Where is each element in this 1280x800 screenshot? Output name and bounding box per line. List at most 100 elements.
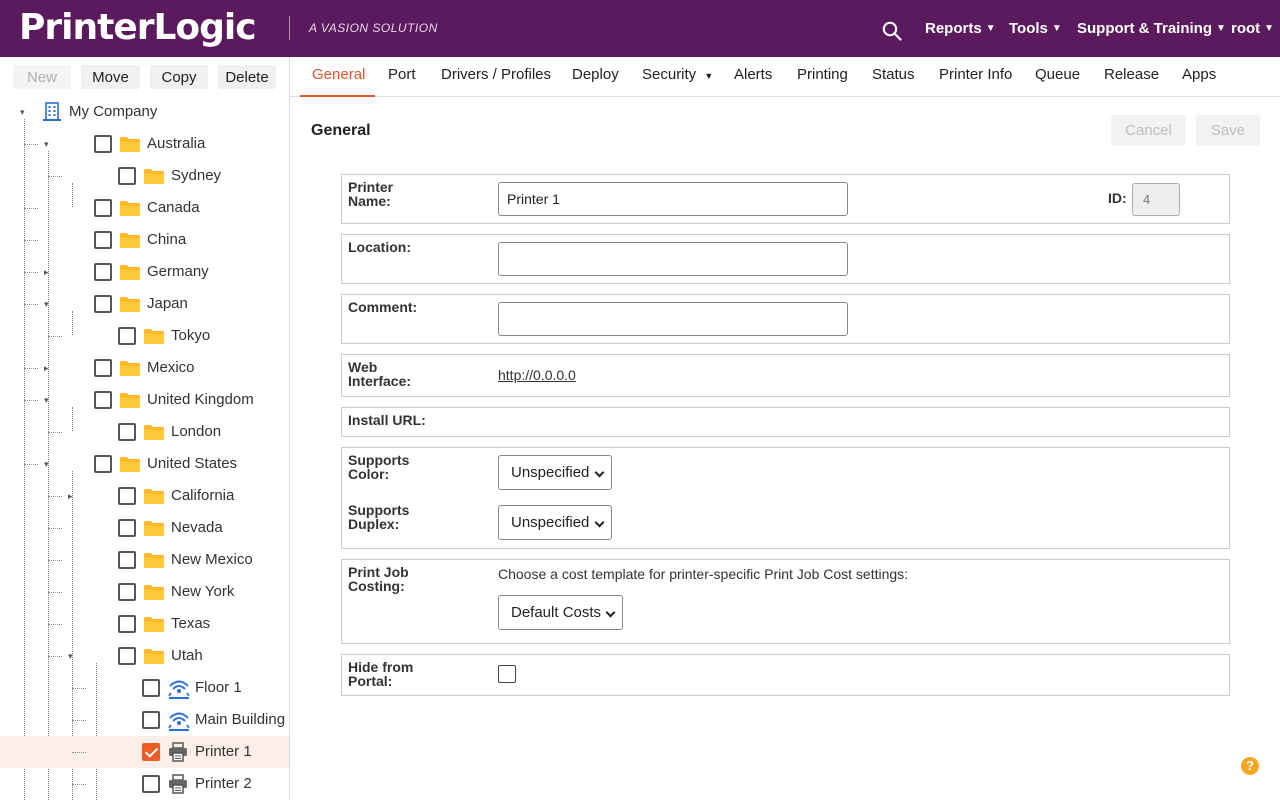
save-button[interactable]: Save	[1196, 115, 1260, 146]
tree-checkbox[interactable]	[94, 391, 112, 409]
tree-checkbox[interactable]	[94, 295, 112, 313]
tree-row[interactable]: ▾ Australia	[0, 128, 289, 160]
tree-row[interactable]: ▾ United States	[0, 448, 289, 480]
tab-port[interactable]: Port	[388, 57, 416, 97]
delete-button[interactable]: Delete	[218, 65, 276, 89]
collapse-arrow-icon[interactable]: ▾	[44, 300, 52, 309]
tab-general[interactable]: General	[312, 57, 365, 97]
tree-row[interactable]: Main Building	[0, 704, 289, 736]
tree-row[interactable]: China	[0, 224, 289, 256]
collapse-arrow-icon[interactable]: ▾	[44, 140, 52, 149]
web-interface-link[interactable]: http://0.0.0.0	[498, 367, 576, 383]
tab-alerts[interactable]: Alerts	[734, 57, 772, 97]
tree-guide-line	[24, 208, 38, 209]
tab-printer-info[interactable]: Printer Info	[939, 57, 1012, 97]
tree-guide-line	[72, 784, 86, 785]
tree-checkbox[interactable]	[142, 711, 160, 729]
tab-deploy[interactable]: Deploy	[572, 57, 619, 97]
cancel-button[interactable]: Cancel	[1111, 115, 1186, 146]
supports-color-select[interactable]: Unspecified	[498, 455, 612, 490]
tree-checkbox[interactable]	[118, 551, 136, 569]
collapse-arrow-icon[interactable]: ▾	[20, 108, 28, 117]
tab-security[interactable]: Security ▼	[642, 57, 713, 97]
nav-reports[interactable]: Reports ▼	[925, 0, 996, 57]
expand-arrow-icon[interactable]: ▸	[44, 268, 52, 277]
tree-checkbox[interactable]	[118, 423, 136, 441]
printer-name-label: Printer Name:	[348, 179, 394, 209]
tree-checkbox[interactable]	[142, 679, 160, 697]
tree-checkbox[interactable]	[118, 327, 136, 345]
tree-row[interactable]: Printer 2	[0, 768, 289, 800]
expand-arrow-icon[interactable]: ▸	[68, 492, 76, 501]
app-logo[interactable]: PrinterLogic	[19, 7, 257, 48]
nav-tools[interactable]: Tools ▼	[1009, 0, 1062, 57]
tree-row[interactable]: ▸ California	[0, 480, 289, 512]
move-button[interactable]: Move	[81, 65, 140, 89]
tree-row[interactable]: Texas	[0, 608, 289, 640]
tree-checkbox[interactable]	[94, 199, 112, 217]
tree-checkbox[interactable]	[94, 263, 112, 281]
collapse-arrow-icon[interactable]: ▾	[44, 460, 52, 469]
printer-name-input[interactable]	[498, 182, 848, 216]
tree-checkbox[interactable]	[142, 743, 160, 761]
hide-portal-label: Hide from Portal:	[348, 659, 414, 689]
tree-label: Utah	[171, 647, 203, 664]
nav-user-menu[interactable]: root ▼	[1231, 0, 1274, 57]
tree-row[interactable]: ▾ Japan	[0, 288, 289, 320]
tree-checkbox[interactable]	[118, 519, 136, 537]
tab-release[interactable]: Release	[1104, 57, 1159, 97]
tree-row[interactable]: ▸ Germany	[0, 256, 289, 288]
tree-row[interactable]: ▾ Utah	[0, 640, 289, 672]
tree-guide-line	[24, 144, 38, 145]
cost-template-select[interactable]: Default Costs	[498, 595, 623, 630]
supports-row	[341, 447, 1230, 549]
tree-checkbox[interactable]	[94, 359, 112, 377]
tree-row[interactable]: Nevada	[0, 512, 289, 544]
copy-button[interactable]: Copy	[150, 65, 208, 89]
tree-checkbox[interactable]	[118, 647, 136, 665]
tree-row[interactable]: Canada	[0, 192, 289, 224]
tree-row[interactable]: Sydney	[0, 160, 289, 192]
hide-portal-checkbox[interactable]	[498, 665, 516, 683]
help-icon[interactable]: ?	[1241, 757, 1259, 775]
tree-checkbox[interactable]	[118, 583, 136, 601]
tree-checkbox[interactable]	[94, 455, 112, 473]
collapse-arrow-icon[interactable]: ▾	[44, 396, 52, 405]
tree-row[interactable]: ▾ United Kingdom	[0, 384, 289, 416]
tree-row[interactable]: ▸ Mexico	[0, 352, 289, 384]
tree-checkbox[interactable]	[94, 231, 112, 249]
location-input[interactable]	[498, 242, 848, 276]
tree-row[interactable]: New Mexico	[0, 544, 289, 576]
comment-input[interactable]	[498, 302, 848, 336]
collapse-arrow-icon[interactable]: ▾	[68, 652, 76, 661]
supports-duplex-select[interactable]: Unspecified	[498, 505, 612, 540]
tab-printing[interactable]: Printing	[797, 57, 848, 97]
tree-guide-line	[48, 432, 62, 433]
tab-queue[interactable]: Queue	[1035, 57, 1080, 97]
search-icon[interactable]	[882, 21, 902, 41]
building-icon	[42, 102, 62, 124]
tree-row[interactable]: Floor 1	[0, 672, 289, 704]
tree-label: Main Building	[195, 711, 286, 728]
tree-row[interactable]: ▾ My Company	[0, 96, 289, 128]
expand-arrow-icon[interactable]: ▸	[44, 364, 52, 373]
tree-row[interactable]: New York	[0, 576, 289, 608]
tree-checkbox[interactable]	[142, 775, 160, 793]
caret-down-icon: ▼	[1051, 23, 1062, 34]
tree-checkbox[interactable]	[118, 615, 136, 633]
wifi-icon	[168, 678, 190, 700]
tree-checkbox[interactable]	[118, 167, 136, 185]
tree-checkbox[interactable]	[118, 487, 136, 505]
tab-status[interactable]: Status	[872, 57, 915, 97]
nav-support-training[interactable]: Support & Training ▼	[1077, 0, 1226, 57]
tree-row[interactable]: Tokyo	[0, 320, 289, 352]
tree-row[interactable]: London	[0, 416, 289, 448]
tab-apps[interactable]: Apps	[1182, 57, 1216, 97]
tree-row[interactable]: Printer 1	[0, 736, 289, 768]
folder-icon	[120, 137, 140, 159]
tree-checkbox[interactable]	[94, 135, 112, 153]
chevron-down-icon	[605, 607, 616, 618]
new-button[interactable]: New	[13, 65, 71, 89]
tab-drivers-profiles[interactable]: Drivers / Profiles	[441, 57, 551, 97]
supports-color-label: Supports Color:	[348, 452, 410, 482]
